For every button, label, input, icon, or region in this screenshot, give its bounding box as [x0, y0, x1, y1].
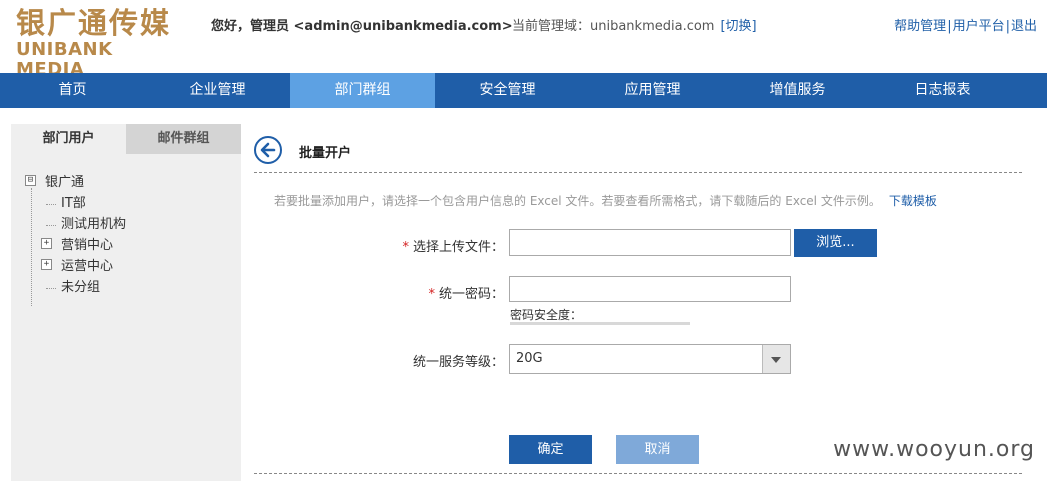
nav-enterprise[interactable]: 企业管理: [145, 73, 290, 108]
arrow-left-icon: [260, 142, 276, 158]
tree-node[interactable]: + 运营中心: [25, 256, 241, 277]
greeting-text: 您好，管理员 <admin@unibankmedia.com>: [211, 19, 513, 34]
instructions-text: 若要批量添加用户，请选择一个包含用户信息的 Excel 文件。若要查看所需格式，…: [274, 194, 881, 208]
tree-node[interactable]: 测试用机构: [25, 214, 241, 235]
department-tree: ⊟ 银广通 IT部 测试用机构 + 营销中心 + 运营中心 未分组: [11, 172, 241, 306]
tab-department-users[interactable]: 部门用户: [11, 124, 126, 154]
nav-home[interactable]: 首页: [0, 73, 145, 108]
tree-node-label: 未分组: [61, 280, 101, 295]
nav-apps[interactable]: 应用管理: [580, 73, 725, 108]
tree-node-label: 测试用机构: [61, 217, 127, 232]
password-label: * 统一密码：: [264, 283, 504, 302]
divider: [254, 172, 1022, 173]
download-template-link[interactable]: 下载模板: [889, 194, 937, 208]
header: 银广通传媒 UNIBANK MEDIA 您好，管理员 <admin@uniban…: [0, 0, 1047, 80]
domain-label: 当前管理域：unibankmedia.com: [512, 19, 715, 34]
logo[interactable]: 银广通传媒 UNIBANK MEDIA: [16, 6, 186, 80]
sidebar: 部门用户 邮件群组 ⊟ 银广通 IT部 测试用机构 + 营销中心 + 运营中心 …: [11, 124, 241, 481]
user-platform-link[interactable]: 用户平台: [953, 19, 1005, 34]
collapse-icon[interactable]: ⊟: [25, 175, 36, 186]
main-content: 批量开户 若要批量添加用户，请选择一个包含用户信息的 Excel 文件。若要查看…: [254, 124, 1036, 481]
password-label-text: 统一密码：: [438, 287, 504, 302]
service-level-label: 统一服务等级：: [412, 355, 504, 370]
help-link[interactable]: 帮助管理: [894, 19, 946, 34]
tree-node-label: IT部: [61, 196, 86, 211]
current-domain: 当前管理域：unibankmedia.com [切换]: [512, 15, 757, 34]
tree-branch-line: [46, 204, 56, 205]
main-nav: 首页 企业管理 部门群组 安全管理 应用管理 增值服务 日志报表: [0, 73, 1047, 108]
cancel-button[interactable]: 取消: [616, 435, 699, 464]
browse-button[interactable]: 浏览...: [794, 229, 877, 257]
tree-node-root[interactable]: ⊟ 银广通: [25, 172, 241, 193]
expand-icon[interactable]: +: [41, 238, 52, 249]
password-strength-label: 密码安全度：: [510, 308, 583, 322]
tree-branch-line: [46, 288, 56, 289]
tree-node-label: 银广通: [45, 175, 85, 190]
chevron-down-icon[interactable]: [762, 345, 790, 373]
file-path-input[interactable]: [509, 229, 791, 256]
service-level-value: 20G: [516, 351, 543, 366]
confirm-button[interactable]: 确定: [509, 435, 592, 464]
divider: [254, 473, 1022, 474]
password-input[interactable]: [509, 276, 791, 302]
tree-branch-line: [46, 225, 56, 226]
nav-value-added[interactable]: 增值服务: [725, 73, 870, 108]
tree-node-label: 营销中心: [61, 238, 114, 253]
logo-cn: 银广通传媒: [16, 6, 172, 40]
nav-departments[interactable]: 部门群组: [290, 73, 435, 108]
link-separator: |: [947, 19, 952, 34]
tab-mail-groups[interactable]: 邮件群组: [126, 124, 241, 154]
logout-link[interactable]: 退出: [1011, 19, 1037, 34]
nav-security[interactable]: 安全管理: [435, 73, 580, 108]
tree-node[interactable]: 未分组: [25, 277, 241, 298]
nav-logs[interactable]: 日志报表: [870, 73, 1015, 108]
tree-node[interactable]: IT部: [25, 193, 241, 214]
file-label: * 选择上传文件：: [264, 236, 504, 255]
link-separator: |: [1005, 19, 1010, 34]
back-button[interactable]: [254, 136, 282, 164]
watermark: www.wooyun.org: [829, 437, 1039, 462]
tree-node-label: 运营中心: [61, 259, 114, 274]
file-label-text: 选择上传文件：: [412, 240, 504, 255]
domain-switch-link[interactable]: [切换]: [720, 19, 756, 34]
password-strength-bar: [510, 322, 690, 325]
service-level-select[interactable]: 20G: [509, 344, 791, 374]
expand-icon[interactable]: +: [41, 259, 52, 270]
sidebar-tabs: 部门用户 邮件群组: [11, 124, 241, 154]
page-title: 批量开户: [299, 146, 352, 161]
required-mark: *: [428, 287, 435, 302]
top-links: 帮助管理|用户平台|退出: [894, 15, 1037, 34]
tree-node[interactable]: + 营销中心: [25, 235, 241, 256]
required-mark: *: [402, 240, 409, 255]
instructions: 若要批量添加用户，请选择一个包含用户信息的 Excel 文件。若要查看所需格式，…: [274, 192, 937, 209]
